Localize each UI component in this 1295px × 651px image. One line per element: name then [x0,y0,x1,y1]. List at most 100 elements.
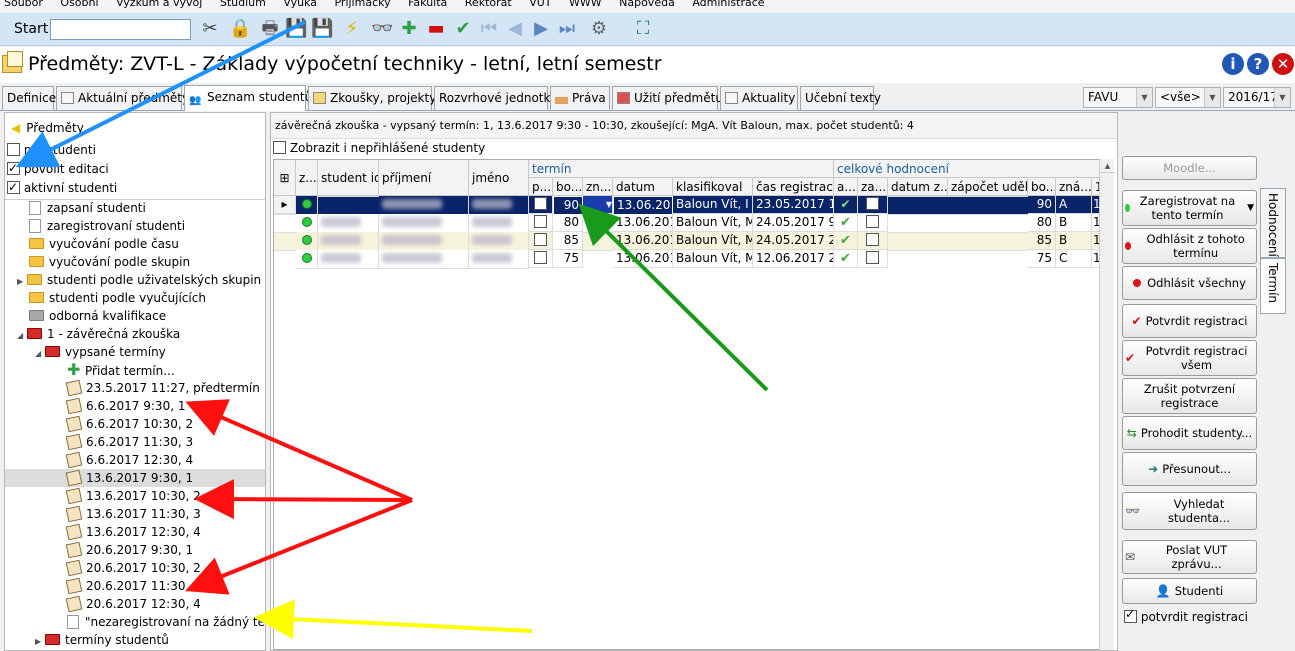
save-icon[interactable]: 💾 [285,18,307,40]
tree-item-term[interactable]: 23.5.2017 11:27, předtermín [65,379,260,397]
network-icon[interactable]: ⛶ [632,18,654,40]
credit-checkbox[interactable] [858,232,888,250]
tab-uziti-predmetu[interactable]: Užití předmětu [612,86,723,110]
tab-prava[interactable]: Práva [550,86,610,110]
unregister-button[interactable]: Odhlásit z tohoto termínu [1122,228,1257,264]
col-header[interactable]: a... [834,178,858,196]
tree-item[interactable]: vyučování podle času [29,235,179,253]
tab-definice[interactable]: Definice [2,86,56,110]
tree-item-term[interactable]: 6.6.2017 11:30, 3 [65,433,193,451]
checkbox[interactable] [1124,607,1137,623]
grid-scrollbar[interactable]: ▲ [1099,159,1115,650]
menu-item-administrace[interactable]: Administrace [692,0,764,8]
back-to-subjects[interactable]: ◀ Předměty [11,119,84,137]
col-header[interactable]: jméno [469,160,529,196]
col-header[interactable]: z... [296,160,318,196]
save-all-icon[interactable]: 💾 [311,18,333,40]
tree-item[interactable]: ◢ vypsané termíny [35,343,166,361]
tree-item[interactable]: studenti podle vyučujících [29,289,206,307]
tree-item-term[interactable]: 13.6.2017 12:30, 4 [65,523,201,541]
expand-icon[interactable]: ▶ [35,633,45,650]
tree-item[interactable]: ◢ 1 - závěrečná zkouška [17,325,180,343]
col-header[interactable]: student id [318,160,379,196]
settings-icon[interactable]: ⚙ [588,18,610,40]
points-cell[interactable]: 90 [553,196,583,215]
remove-icon[interactable]: ▬ [425,18,447,40]
tree-item[interactable]: ▶ studenti podle uživatelských skupin [17,271,261,289]
table-row[interactable]: 80 13.06.2017 Baloun Vít, Mc 24.05.2017 … [274,214,1100,233]
info-icon[interactable]: i [1222,53,1244,75]
faculty-select[interactable]: FAVU ▼ [1083,87,1153,108]
menu-item-prijimacky[interactable]: Přijímačky [334,0,390,8]
tools-icon[interactable]: ✂ [199,18,221,40]
students-button[interactable]: 👤 Studenti [1122,578,1257,604]
grade-cell[interactable] [583,250,613,251]
chevron-down-icon[interactable]: ▼ [1247,201,1254,215]
tab-termin[interactable]: Termín [1260,258,1286,314]
tab-rozvrhove-jednotky[interactable]: Rozvrhové jednotky [434,86,557,110]
col-header[interactable]: zná... [1056,178,1092,196]
tree-item-term[interactable]: 20.6.2017 9:30, 1 [65,541,193,559]
menu-item-soubor[interactable]: Soubor [4,0,43,8]
find-student-button[interactable]: 👓 Vyhledat studenta... [1122,492,1257,530]
present-checkbox[interactable] [529,250,553,268]
menu-item-www[interactable]: WWW [569,0,602,8]
menu-item-vyzkum[interactable]: Výzkum a vývoj [116,0,202,8]
show-unregistered-option[interactable]: Zobrazit i nepřihlášené studenty [273,141,485,155]
tree-item-term[interactable]: 13.6.2017 11:30, 3 [65,505,201,523]
menu-item-vut[interactable]: VUT [529,0,551,8]
tab-ucebni-texty[interactable]: Učební texty [800,86,881,110]
help-icon[interactable]: ? [1247,53,1269,75]
menu-item-studium[interactable]: Studium [220,0,266,8]
col-header[interactable]: datum [613,178,673,196]
present-checkbox[interactable] [529,232,553,250]
grade-cell[interactable] [583,214,613,215]
present-checkbox[interactable] [529,196,553,214]
year-select[interactable]: 2016/17 ▼ [1223,87,1291,108]
date-cell[interactable]: 13.06.2017 [613,232,673,250]
table-row[interactable]: 75 13.06.2017 Baloun Vít, Mc 12.06.2017 … [274,250,1100,269]
menu-item-fakulta[interactable]: Fakulta [408,0,447,8]
move-button[interactable]: ➜ Přesunout... [1122,452,1257,486]
tree-item-add-term[interactable]: ✚ Přidat termín... [67,361,175,379]
col-header[interactable]: za... [858,178,888,196]
tree-item[interactable]: vyučování podle skupin [29,253,190,271]
menu-item-napoveda[interactable]: Nápověda [619,0,675,8]
tab-aktuality[interactable]: Aktuality [720,86,798,110]
tab-zkousky-projekty[interactable]: Zkoušky, projekty [308,86,436,110]
col-header[interactable]: zn... [583,178,613,196]
credit-checkbox[interactable] [858,250,888,268]
points-cell[interactable]: 85 [553,232,583,250]
col-header[interactable]: datum z... [888,178,948,196]
register-button[interactable]: Zaregistrovat na tento termín ▼ [1122,190,1257,226]
tree-item[interactable]: zapsaní studenti [29,199,146,217]
tree-item-term[interactable]: 6.6.2017 12:30, 4 [65,451,193,469]
date-cell[interactable]: 13.06.2017 [613,250,673,268]
menu-item-osobni[interactable]: Osobní [60,0,98,8]
tree-item-term[interactable]: 13.6.2017 10:30, 2 [65,487,201,505]
points-cell[interactable]: 75 [553,250,583,268]
present-checkbox[interactable] [529,214,553,232]
grade-cell[interactable] [583,232,613,233]
credit-checkbox[interactable] [858,196,888,214]
tree-item-term[interactable]: 20.6.2017 11:30, 3 [65,577,201,595]
swap-students-button[interactable]: ⇆ Prohodit studenty... [1122,416,1257,450]
tree-item-unregistered[interactable]: "nezaregistrovaní na žádný termín [67,613,265,631]
print-icon[interactable]: 🖶 [259,18,281,40]
lock-icon[interactable]: 🔒 [229,18,251,40]
cancel-confirmation-button[interactable]: Zrušit potvrzení registrace [1122,378,1257,414]
confirm-icon[interactable]: ✔ [452,18,474,40]
add-icon[interactable]: ✚ [398,18,420,40]
tree-item-term[interactable]: 6.6.2017 10:30, 2 [65,415,193,433]
binoculars-icon[interactable]: 👓 [371,18,393,40]
points-cell[interactable]: 80 [553,214,583,232]
scope-select[interactable]: <vše> ▼ [1155,87,1221,108]
collapse-icon[interactable]: ◢ [35,345,45,363]
tree-item[interactable]: odborná kvalifikace [29,307,166,325]
tree-item-term[interactable]: 20.6.2017 12:30, 4 [65,595,201,613]
col-header[interactable]: čas registrace [753,178,834,196]
table-row[interactable]: 85 13.06.2017 Baloun Vít, Mc 24.05.2017 … [274,232,1100,251]
close-icon[interactable]: ✕ [1272,53,1294,75]
col-header[interactable]: zápočet udělil [948,178,1028,196]
menu-item-vyuka[interactable]: Výuka [283,0,317,8]
